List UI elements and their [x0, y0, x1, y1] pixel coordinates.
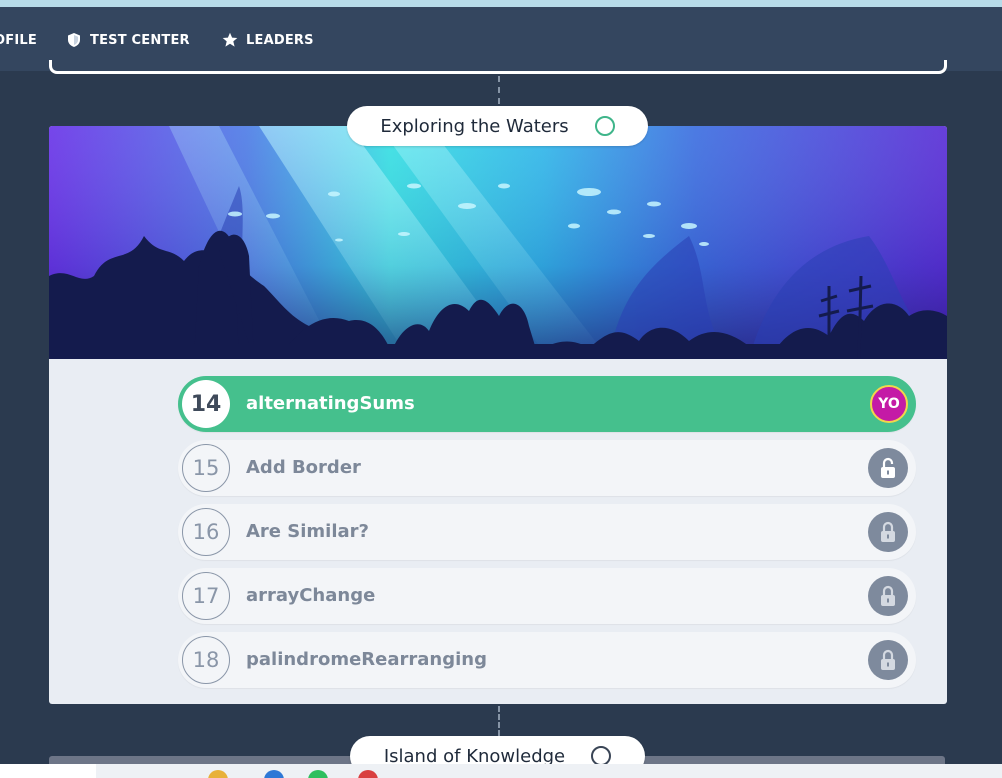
task-number: 14 — [182, 380, 230, 428]
task-name: Are Similar? — [246, 521, 369, 542]
previous-section-card — [49, 60, 947, 74]
lock-icon — [868, 576, 908, 616]
task-number: 15 — [182, 444, 230, 492]
nav-leaders-link[interactable]: LEADERS — [222, 31, 314, 49]
path-connector — [498, 706, 500, 736]
task-name: arrayChange — [246, 585, 376, 606]
section-title: Exploring the Waters — [380, 115, 569, 137]
shield-icon — [68, 33, 80, 47]
lock-icon — [868, 640, 908, 680]
underwater-banner — [49, 126, 947, 359]
star-icon — [222, 32, 238, 47]
lock-open-icon — [868, 448, 908, 488]
nav-test-center-link[interactable]: TEST CENTER — [66, 31, 190, 49]
lock-icon — [868, 512, 908, 552]
task-row-14[interactable]: 14 alternatingSums YO — [178, 376, 916, 432]
task-number: 17 — [182, 572, 230, 620]
window-top-strip — [0, 0, 1002, 7]
section-title-pill[interactable]: Exploring the Waters — [347, 106, 648, 146]
nav-leaders-label: LEADERS — [246, 32, 314, 48]
task-row-16[interactable]: 16 Are Similar? — [178, 504, 916, 560]
nav-test-center-label: TEST CENTER — [90, 32, 190, 48]
task-number: 16 — [182, 508, 230, 556]
task-number: 18 — [182, 636, 230, 684]
task-name: alternatingSums — [246, 393, 415, 414]
circle-outline-icon — [594, 116, 615, 136]
section-card: 14 alternatingSums YO 15 Add Border 16 A… — [49, 126, 947, 704]
taskbar-search-box[interactable] — [0, 764, 96, 778]
nav-profile-label: OFILE — [0, 32, 37, 48]
nav-profile-link[interactable]: OFILE — [0, 31, 37, 49]
task-name: Add Border — [246, 457, 361, 478]
task-row-15[interactable]: 15 Add Border — [178, 440, 916, 496]
avatar: YO — [870, 385, 908, 423]
os-taskbar — [0, 764, 1002, 778]
task-name: palindromeRearranging — [246, 649, 487, 670]
task-row-17[interactable]: 17 arrayChange — [178, 568, 916, 624]
task-row-18[interactable]: 18 palindromeRearranging — [178, 632, 916, 688]
circle-outline-icon — [591, 746, 612, 766]
path-connector — [498, 76, 500, 104]
